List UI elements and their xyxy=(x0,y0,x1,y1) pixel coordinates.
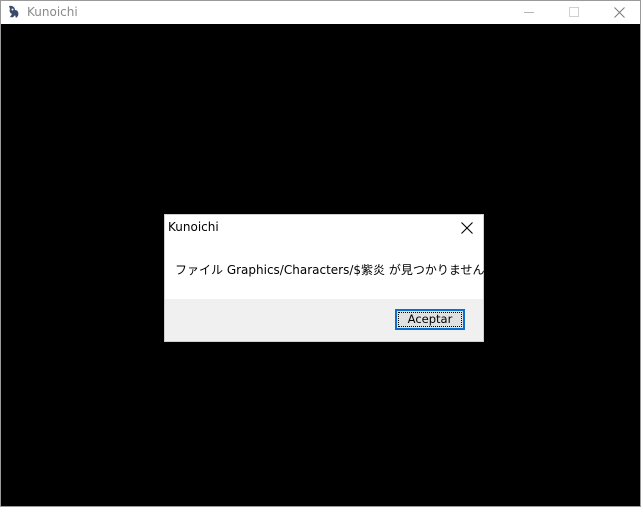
maximize-button[interactable] xyxy=(551,1,597,24)
window-close-button[interactable] xyxy=(596,1,641,24)
dialog-footer: Aceptar xyxy=(165,299,483,341)
maximize-icon xyxy=(569,7,579,17)
close-icon xyxy=(461,222,473,234)
minimize-button[interactable] xyxy=(506,1,552,24)
kunoichi-app-icon xyxy=(6,4,22,20)
error-dialog: Kunoichi ファイル Graphics/Characters/$紫炎 が見… xyxy=(165,215,496,341)
dialog-close-button[interactable] xyxy=(455,218,479,238)
window-titlebar[interactable]: Kunoichi xyxy=(1,1,640,24)
dialog-title: Kunoichi xyxy=(168,220,219,234)
accept-button[interactable]: Aceptar xyxy=(395,309,465,330)
window-title: Kunoichi xyxy=(27,5,78,19)
minimize-icon xyxy=(524,12,534,13)
close-icon xyxy=(614,7,625,18)
dialog-message: ファイル Graphics/Characters/$紫炎 が見つかりません。 xyxy=(175,263,497,277)
